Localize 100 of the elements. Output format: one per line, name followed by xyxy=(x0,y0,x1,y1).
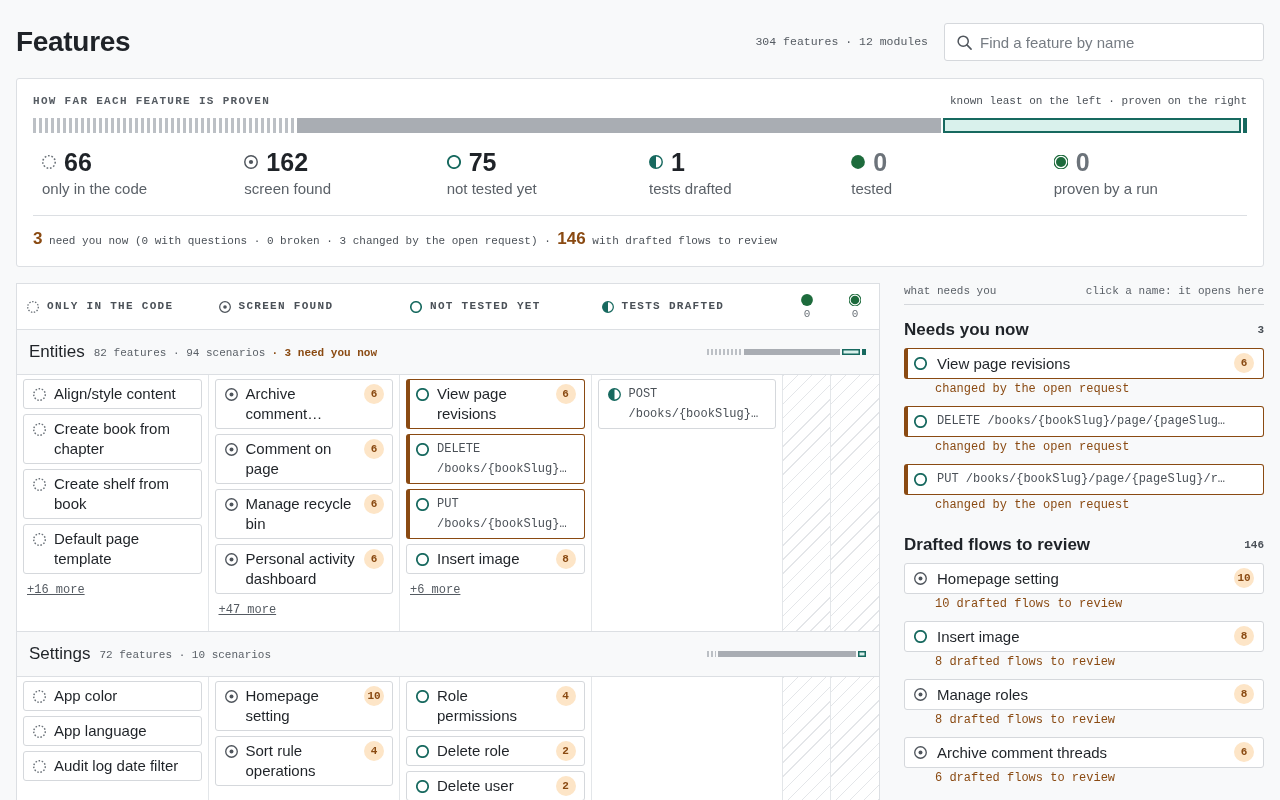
review-note: 8 drafted flows to review xyxy=(934,713,1117,728)
feature-name: View page revisions xyxy=(937,354,1072,374)
needs-you-label: · 3 need you now xyxy=(271,346,377,362)
scenario-count: 6 xyxy=(1234,353,1254,373)
circle-dot-icon xyxy=(914,746,927,759)
circle-dot-icon xyxy=(914,572,927,585)
feature-card[interactable]: Delete user 2 xyxy=(406,771,585,800)
feature-card[interactable]: Manage recycle bin 6 xyxy=(214,489,393,539)
feature-name: Archive comment… xyxy=(245,384,324,424)
more-link[interactable]: +6 more xyxy=(410,582,461,598)
feature-name: Archive comment threads xyxy=(937,743,1109,763)
ringed-dot-icon xyxy=(849,293,861,306)
feature-card[interactable]: Default page template xyxy=(23,524,202,574)
section-title: Needs you now xyxy=(904,319,1029,341)
circle-dot-icon xyxy=(244,155,259,169)
circle-dot-icon xyxy=(914,688,927,701)
section-heading: HOW FAR EACH FEATURE IS PROVEN xyxy=(33,94,271,108)
feature-card[interactable]: App language xyxy=(23,716,202,746)
half-circle-icon xyxy=(601,300,614,313)
page-title: Features xyxy=(16,25,131,59)
feature-name: Insert image xyxy=(937,627,1021,647)
stage-label: screen found xyxy=(244,179,333,199)
dotted-circle-icon xyxy=(33,533,46,546)
review-note: changed by the open request xyxy=(934,498,1131,513)
filled-circle-icon xyxy=(851,155,866,169)
scenario-count: 8 xyxy=(1234,684,1254,704)
feature-card[interactable]: PUT /books/{bookSlug}… xyxy=(406,489,585,539)
half-circle-icon xyxy=(607,388,621,401)
feature-card[interactable]: Delete role 2 xyxy=(406,736,585,766)
feature-card[interactable]: Comment on page 6 xyxy=(214,434,393,484)
feature-card[interactable]: App color xyxy=(23,681,202,711)
feature-name: Role permissions xyxy=(437,686,519,726)
more-link[interactable]: +16 more xyxy=(27,582,85,598)
dotted-circle-icon xyxy=(42,155,56,169)
review-item[interactable]: Archive comment threads 6 xyxy=(904,737,1264,768)
circle-dot-icon xyxy=(224,745,238,758)
panel-hint: click a name: it opens here xyxy=(1085,284,1264,299)
stage-label: tested xyxy=(851,179,894,199)
review-item[interactable]: Insert image 8 xyxy=(904,621,1264,652)
scenario-count: 10 xyxy=(1234,568,1254,588)
stage-label: tests drafted xyxy=(649,179,733,199)
half-circle-icon xyxy=(649,155,663,169)
feature-name: DELETE /books/{bookSlug}… xyxy=(437,441,568,478)
circle-dot-icon xyxy=(224,443,238,456)
feature-card[interactable]: Personal activity dashboard 6 xyxy=(214,544,393,594)
feature-card[interactable]: Align/style content xyxy=(23,379,202,409)
review-item[interactable]: PUT /books/{bookSlug}/page/{pageSlug}/r… xyxy=(904,464,1264,495)
search-icon xyxy=(957,35,972,50)
feature-name: Manage recycle bin xyxy=(245,494,353,534)
circle-dot-icon xyxy=(224,690,238,703)
feature-name: Align/style content xyxy=(54,384,177,404)
feature-name: Personal activity dashboard xyxy=(245,549,356,589)
feature-name: Create shelf from book xyxy=(54,474,171,514)
feature-card[interactable]: Homepage setting 10 xyxy=(214,681,393,731)
review-note: 8 drafted flows to review xyxy=(934,655,1117,670)
review-item[interactable]: Manage roles 8 xyxy=(904,679,1264,710)
feature-card[interactable]: DELETE /books/{bookSlug}… xyxy=(406,434,585,484)
stage-column-label: SCREEN FOUND xyxy=(238,299,334,315)
module-summary: 82 features · 94 scenarios xyxy=(93,346,266,362)
review-note: 10 drafted flows to review xyxy=(934,597,1124,612)
stage-label: proven by a run xyxy=(1053,179,1159,199)
feature-card[interactable]: Create shelf from book xyxy=(23,469,202,519)
search-field[interactable]: Find a feature by name xyxy=(944,23,1264,61)
feature-card[interactable]: View page revisions 6 xyxy=(406,379,585,429)
review-note: changed by the open request xyxy=(934,382,1131,397)
scenario-count: 2 xyxy=(555,776,576,796)
feature-card[interactable]: Role permissions 4 xyxy=(406,681,585,731)
stage-label: not tested yet xyxy=(446,179,538,199)
scenario-count: 6 xyxy=(364,494,384,514)
feature-card[interactable]: Archive comment… 6 xyxy=(214,379,393,429)
scenario-count: 6 xyxy=(555,384,576,404)
review-item[interactable]: Homepage setting 10 xyxy=(904,563,1264,594)
scenario-count: 4 xyxy=(555,686,576,706)
feature-card[interactable]: Create book from chapter xyxy=(23,414,202,464)
feature-card[interactable]: Sort rule operations 4 xyxy=(214,736,393,786)
stage-column-label: ONLY IN THE CODE xyxy=(47,299,174,315)
feature-name: POST /books/{bookSlug}… xyxy=(628,386,760,423)
stage-column-label: TESTS DRAFTED xyxy=(621,299,725,315)
feature-name: Audit log date filter xyxy=(54,756,180,776)
dotted-circle-icon xyxy=(33,388,46,401)
dotted-circle-icon xyxy=(33,760,46,773)
scenario-count: 6 xyxy=(364,549,384,569)
feature-card[interactable]: Insert image 8 xyxy=(406,544,585,574)
more-link[interactable]: +47 more xyxy=(218,602,277,618)
review-item[interactable]: DELETE /books/{bookSlug}/page/{pageSlug… xyxy=(904,406,1264,437)
dotted-circle-icon xyxy=(33,690,46,703)
feature-name: App language xyxy=(54,721,148,741)
section-title: Drafted flows to review xyxy=(904,534,1091,556)
feature-totals: 304 features · 12 modules xyxy=(755,34,928,51)
module-title: Settings xyxy=(29,643,91,666)
feature-card[interactable]: Audit log date filter xyxy=(23,751,202,781)
scenario-count: 8 xyxy=(555,549,576,569)
feature-card[interactable]: POST /books/{bookSlug}… xyxy=(597,379,776,429)
feature-name: PUT /books/{bookSlug}… xyxy=(437,496,568,533)
bar-legend: known least on the left · proven on the right xyxy=(949,94,1247,108)
review-item[interactable]: View page revisions 6 xyxy=(904,348,1264,379)
feature-name: Manage roles xyxy=(937,685,1029,705)
dotted-circle-icon xyxy=(33,725,46,738)
panel-heading: what needs you xyxy=(904,284,997,299)
feature-name: View page revisions xyxy=(437,384,508,424)
